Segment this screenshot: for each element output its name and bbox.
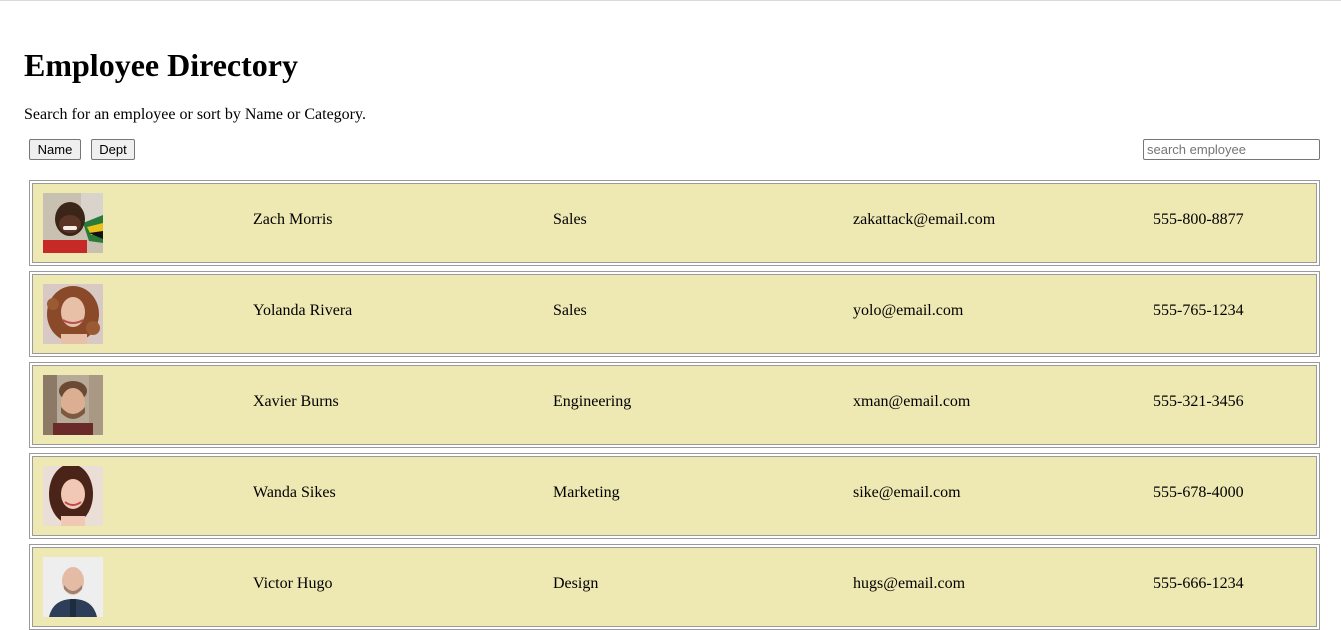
employee-photo bbox=[43, 284, 103, 344]
employee-row: Wanda Sikes Marketing sike@email.com 555… bbox=[29, 453, 1320, 539]
employee-phone: 555-800-8877 bbox=[1153, 211, 1244, 228]
page: Employee Directory Search for an employe… bbox=[0, 0, 1341, 630]
employee-dept: Design bbox=[553, 575, 599, 592]
employee-name: Xavier Burns bbox=[253, 393, 339, 410]
employee-row-content: Zach Morris Sales zakattack@email.com 55… bbox=[32, 183, 1317, 263]
employee-phone: 555-678-4000 bbox=[1153, 484, 1244, 501]
employee-row-content: Xavier Burns Engineering xman@email.com … bbox=[32, 365, 1317, 445]
employee-email: sike@email.com bbox=[853, 484, 961, 501]
employee-email: hugs@email.com bbox=[853, 575, 966, 592]
employee-photo bbox=[43, 466, 103, 526]
page-subtitle: Search for an employee or sort by Name o… bbox=[24, 106, 366, 123]
employee-name: Victor Hugo bbox=[253, 575, 333, 592]
employee-name: Wanda Sikes bbox=[253, 484, 336, 501]
employee-photo bbox=[43, 375, 103, 435]
top-divider bbox=[0, 0, 1341, 1]
sort-by-name-button[interactable]: Name bbox=[29, 139, 81, 160]
employee-photo bbox=[43, 557, 103, 617]
employee-row: Victor Hugo Design hugs@email.com 555-66… bbox=[29, 544, 1320, 630]
employee-row: Zach Morris Sales zakattack@email.com 55… bbox=[29, 180, 1320, 266]
employee-row-content: Victor Hugo Design hugs@email.com 555-66… bbox=[32, 547, 1317, 627]
employee-list: Zach Morris Sales zakattack@email.com 55… bbox=[29, 180, 1320, 630]
employee-name: Yolanda Rivera bbox=[253, 302, 353, 319]
employee-name: Zach Morris bbox=[253, 211, 333, 228]
employee-dept: Sales bbox=[553, 211, 587, 228]
employee-row: Xavier Burns Engineering xman@email.com … bbox=[29, 362, 1320, 448]
employee-row: Yolanda Rivera Sales yolo@email.com 555-… bbox=[29, 271, 1320, 357]
employee-photo bbox=[43, 193, 103, 253]
sort-by-dept-button[interactable]: Dept bbox=[91, 139, 135, 160]
employee-phone: 555-321-3456 bbox=[1153, 393, 1244, 410]
search-input[interactable] bbox=[1143, 139, 1320, 160]
employee-email: yolo@email.com bbox=[853, 302, 964, 319]
employee-row-content: Yolanda Rivera Sales yolo@email.com 555-… bbox=[32, 274, 1317, 354]
employee-dept: Marketing bbox=[553, 484, 620, 501]
page-title: Employee Directory bbox=[24, 47, 298, 83]
employee-email: xman@email.com bbox=[853, 393, 971, 410]
employee-dept: Sales bbox=[553, 302, 587, 319]
employee-dept: Engineering bbox=[553, 393, 632, 410]
employee-phone: 555-666-1234 bbox=[1153, 575, 1244, 592]
employee-phone: 555-765-1234 bbox=[1153, 302, 1244, 319]
employee-row-content: Wanda Sikes Marketing sike@email.com 555… bbox=[32, 456, 1317, 536]
employee-email: zakattack@email.com bbox=[853, 211, 996, 228]
